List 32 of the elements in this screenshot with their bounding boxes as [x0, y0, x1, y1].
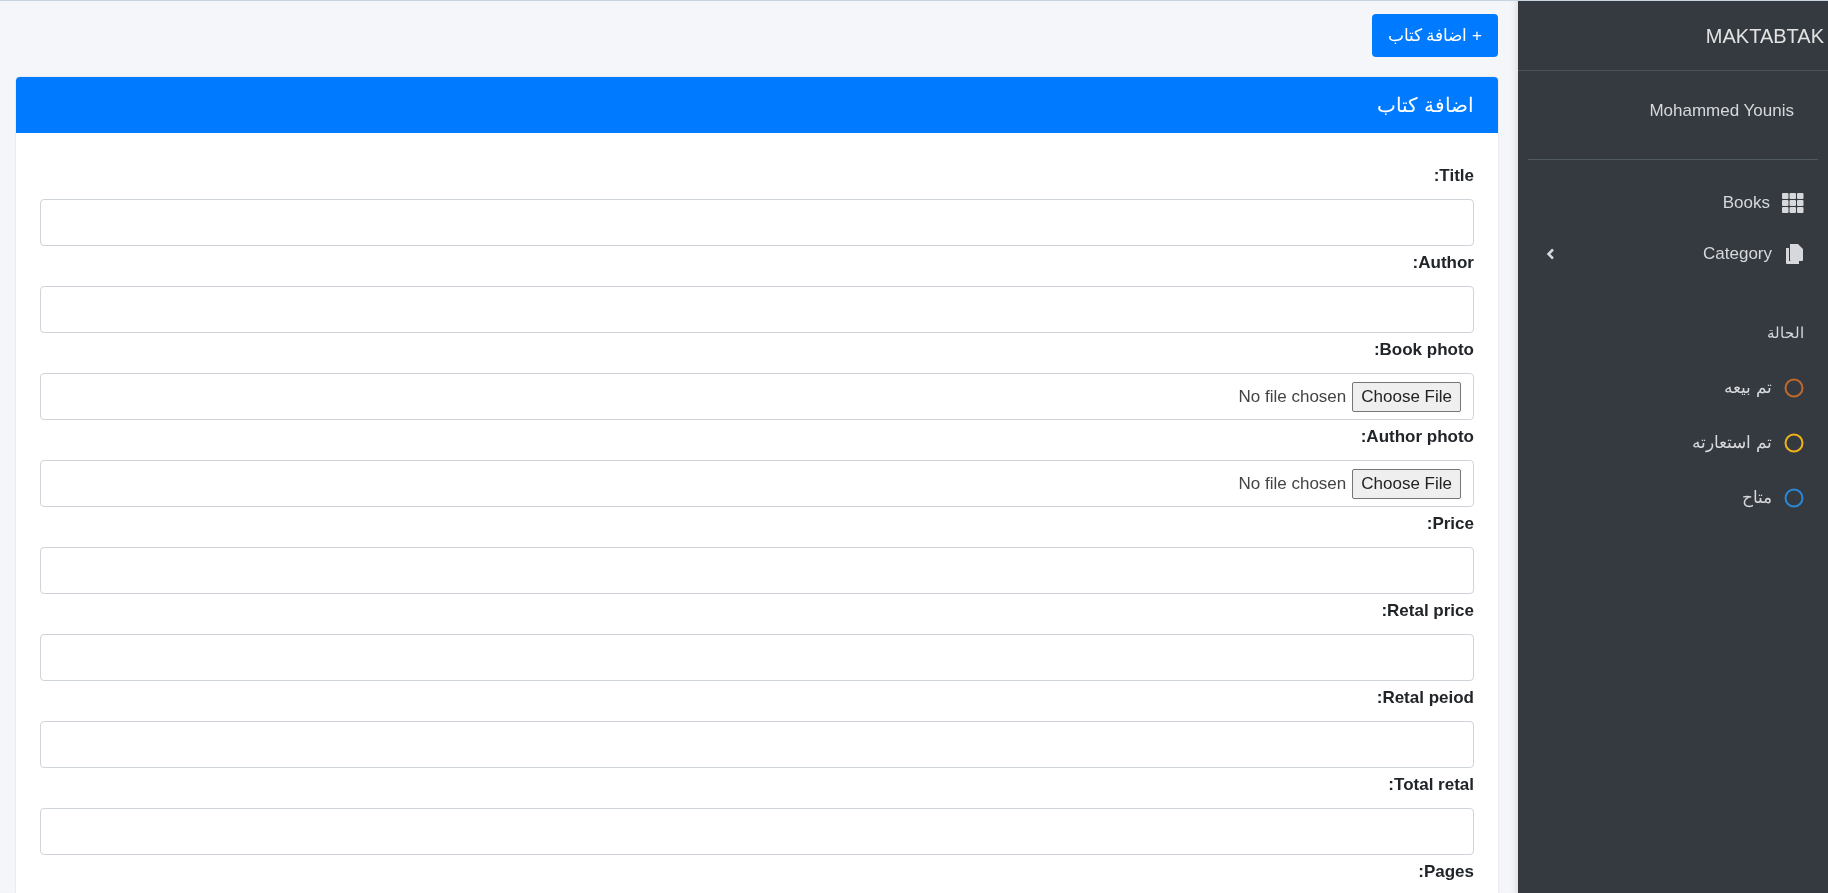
text-input[interactable]: [40, 808, 1474, 855]
file-status: No file chosen: [1238, 386, 1347, 407]
status-item[interactable]: تم بيعه: [1518, 360, 1828, 415]
field-label: Pages:: [1418, 862, 1474, 882]
field-label: Total retal:: [1388, 775, 1474, 795]
field-label: Price:: [1426, 514, 1474, 534]
brand-title[interactable]: MAKTABTAK: [1518, 1, 1828, 71]
field-label: Retal price:: [1381, 601, 1474, 621]
field-label: Author photo:: [1360, 427, 1474, 447]
add-book-button[interactable]: + اضافة كتاب: [1371, 14, 1498, 57]
field-label: Retal peiod:: [1376, 688, 1474, 708]
file-status: No file chosen: [1238, 473, 1347, 494]
text-input[interactable]: [40, 721, 1474, 768]
grid-icon: [1782, 193, 1804, 213]
field-label: Book photo:: [1373, 340, 1474, 360]
nav-item[interactable]: Category: [1528, 228, 1818, 280]
user-name[interactable]: Mohammed Younis: [1649, 101, 1794, 121]
text-input[interactable]: [40, 199, 1474, 246]
status-item[interactable]: تم استعارته: [1518, 415, 1828, 470]
choose-file-button[interactable]: Choose File: [1352, 468, 1461, 499]
chevron-icon: [1546, 248, 1555, 260]
card-header: اضافة كتاب: [16, 77, 1498, 133]
text-input[interactable]: [40, 547, 1474, 594]
copy-icon: [1784, 243, 1804, 265]
nav-item[interactable]: Books: [1528, 178, 1818, 228]
section-header: الحالة: [1767, 324, 1804, 342]
choose-file-button[interactable]: Choose File: [1352, 381, 1461, 412]
status-item[interactable]: متاح: [1518, 470, 1828, 525]
field-label: Title:: [1433, 166, 1474, 186]
text-input[interactable]: [40, 286, 1474, 333]
text-input[interactable]: [40, 634, 1474, 681]
field-label: Author:: [1412, 253, 1474, 273]
